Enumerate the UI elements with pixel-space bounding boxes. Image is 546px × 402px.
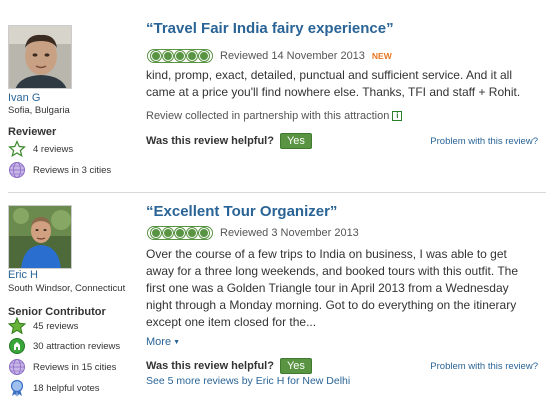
review-text: Over the course of a few trips to India …	[146, 247, 518, 329]
review-card: Eric H South Windsor, Connecticut Senior…	[0, 193, 546, 402]
helpful-question: Was this review helpful?	[146, 135, 274, 147]
review-title-link[interactable]: “Excellent Tour Organizer”	[146, 203, 337, 220]
report-problem-link[interactable]: Problem with this review?	[430, 136, 538, 147]
reviewer-name-link[interactable]: Ivan G	[8, 92, 40, 104]
badge-label: 4 reviews	[33, 143, 74, 155]
rating-bubble-icon	[175, 228, 185, 238]
helpful-prompt: Was this review helpful? Yes	[146, 358, 312, 374]
rating-row: Reviewed 14 November 2013 NEW	[147, 49, 392, 63]
rating-bubble-icon	[151, 51, 161, 61]
badge-label: 18 helpful votes	[33, 382, 100, 394]
rating-bubble-icon	[163, 228, 173, 238]
caret-down-icon: ▼	[173, 338, 180, 346]
review-date: Reviewed 14 November 2013	[220, 50, 365, 62]
globe-icon	[8, 161, 26, 179]
review-text: kind, promp, exact, detailed, punctual a…	[146, 68, 521, 99]
reviewer-location: South Windsor, Connecticut	[8, 283, 126, 294]
ribbon-icon	[8, 379, 26, 397]
attraction-icon	[8, 337, 26, 355]
helpful-question: Was this review helpful?	[146, 360, 274, 372]
badge-cities: Reviews in 3 cities	[8, 161, 111, 179]
rating-bubble-icon	[151, 228, 161, 238]
badge-helpful-votes: 18 helpful votes	[8, 379, 100, 397]
badge-label: 45 reviews	[33, 320, 79, 332]
globe-icon	[8, 358, 26, 376]
bubble-rating	[147, 226, 213, 240]
report-problem-link[interactable]: Problem with this review?	[430, 361, 538, 372]
info-icon[interactable]: i	[392, 111, 403, 121]
star-filled-icon	[8, 317, 26, 335]
reviewer-name-link[interactable]: Eric H	[8, 269, 38, 281]
star-outline-icon	[8, 140, 26, 158]
new-badge: NEW	[371, 51, 392, 61]
badge-label: Reviews in 3 cities	[33, 164, 112, 176]
review-card: Ivan G Sofia, Bulgaria Reviewer 4 review…	[0, 0, 546, 193]
helpful-yes-button[interactable]: Yes	[279, 358, 312, 374]
review-date: Reviewed 3 November 2013	[220, 227, 359, 239]
rating-row: Reviewed 3 November 2013	[147, 226, 359, 240]
rating-bubble-icon	[199, 228, 209, 238]
badge-attraction-reviews: 30 attraction reviews	[8, 337, 120, 355]
reviewer-rank: Reviewer	[8, 126, 57, 138]
badge-cities: Reviews in 15 cities	[8, 358, 116, 376]
rating-bubble-icon	[175, 51, 185, 61]
badge-label: 30 attraction reviews	[33, 340, 121, 352]
reviewer-location: Sofia, Bulgaria	[8, 105, 70, 116]
more-link[interactable]: More ▼	[146, 336, 180, 348]
helpful-prompt: Was this review helpful? Yes	[146, 133, 312, 149]
rating-bubble-icon	[199, 51, 209, 61]
helpful-yes-button[interactable]: Yes	[279, 133, 312, 149]
more-label: More	[146, 336, 172, 348]
rating-bubble-icon	[187, 228, 197, 238]
partner-note: Review collected in partnership with thi…	[146, 110, 403, 122]
see-more-reviews-link[interactable]: See 5 more reviews by Eric H for New Del…	[146, 375, 350, 387]
partner-note-text: Review collected in partnership with thi…	[146, 110, 390, 122]
review-title-link[interactable]: “Travel Fair India fairy experience”	[146, 20, 394, 37]
rating-bubble-icon	[187, 51, 197, 61]
avatar[interactable]	[8, 25, 72, 89]
bubble-rating	[147, 49, 213, 63]
badge-label: Reviews in 15 cities	[33, 361, 117, 373]
badge-review-count: 4 reviews	[8, 140, 73, 158]
rating-bubble-icon	[163, 51, 173, 61]
avatar[interactable]	[8, 205, 72, 269]
badge-review-count: 45 reviews	[8, 317, 78, 335]
